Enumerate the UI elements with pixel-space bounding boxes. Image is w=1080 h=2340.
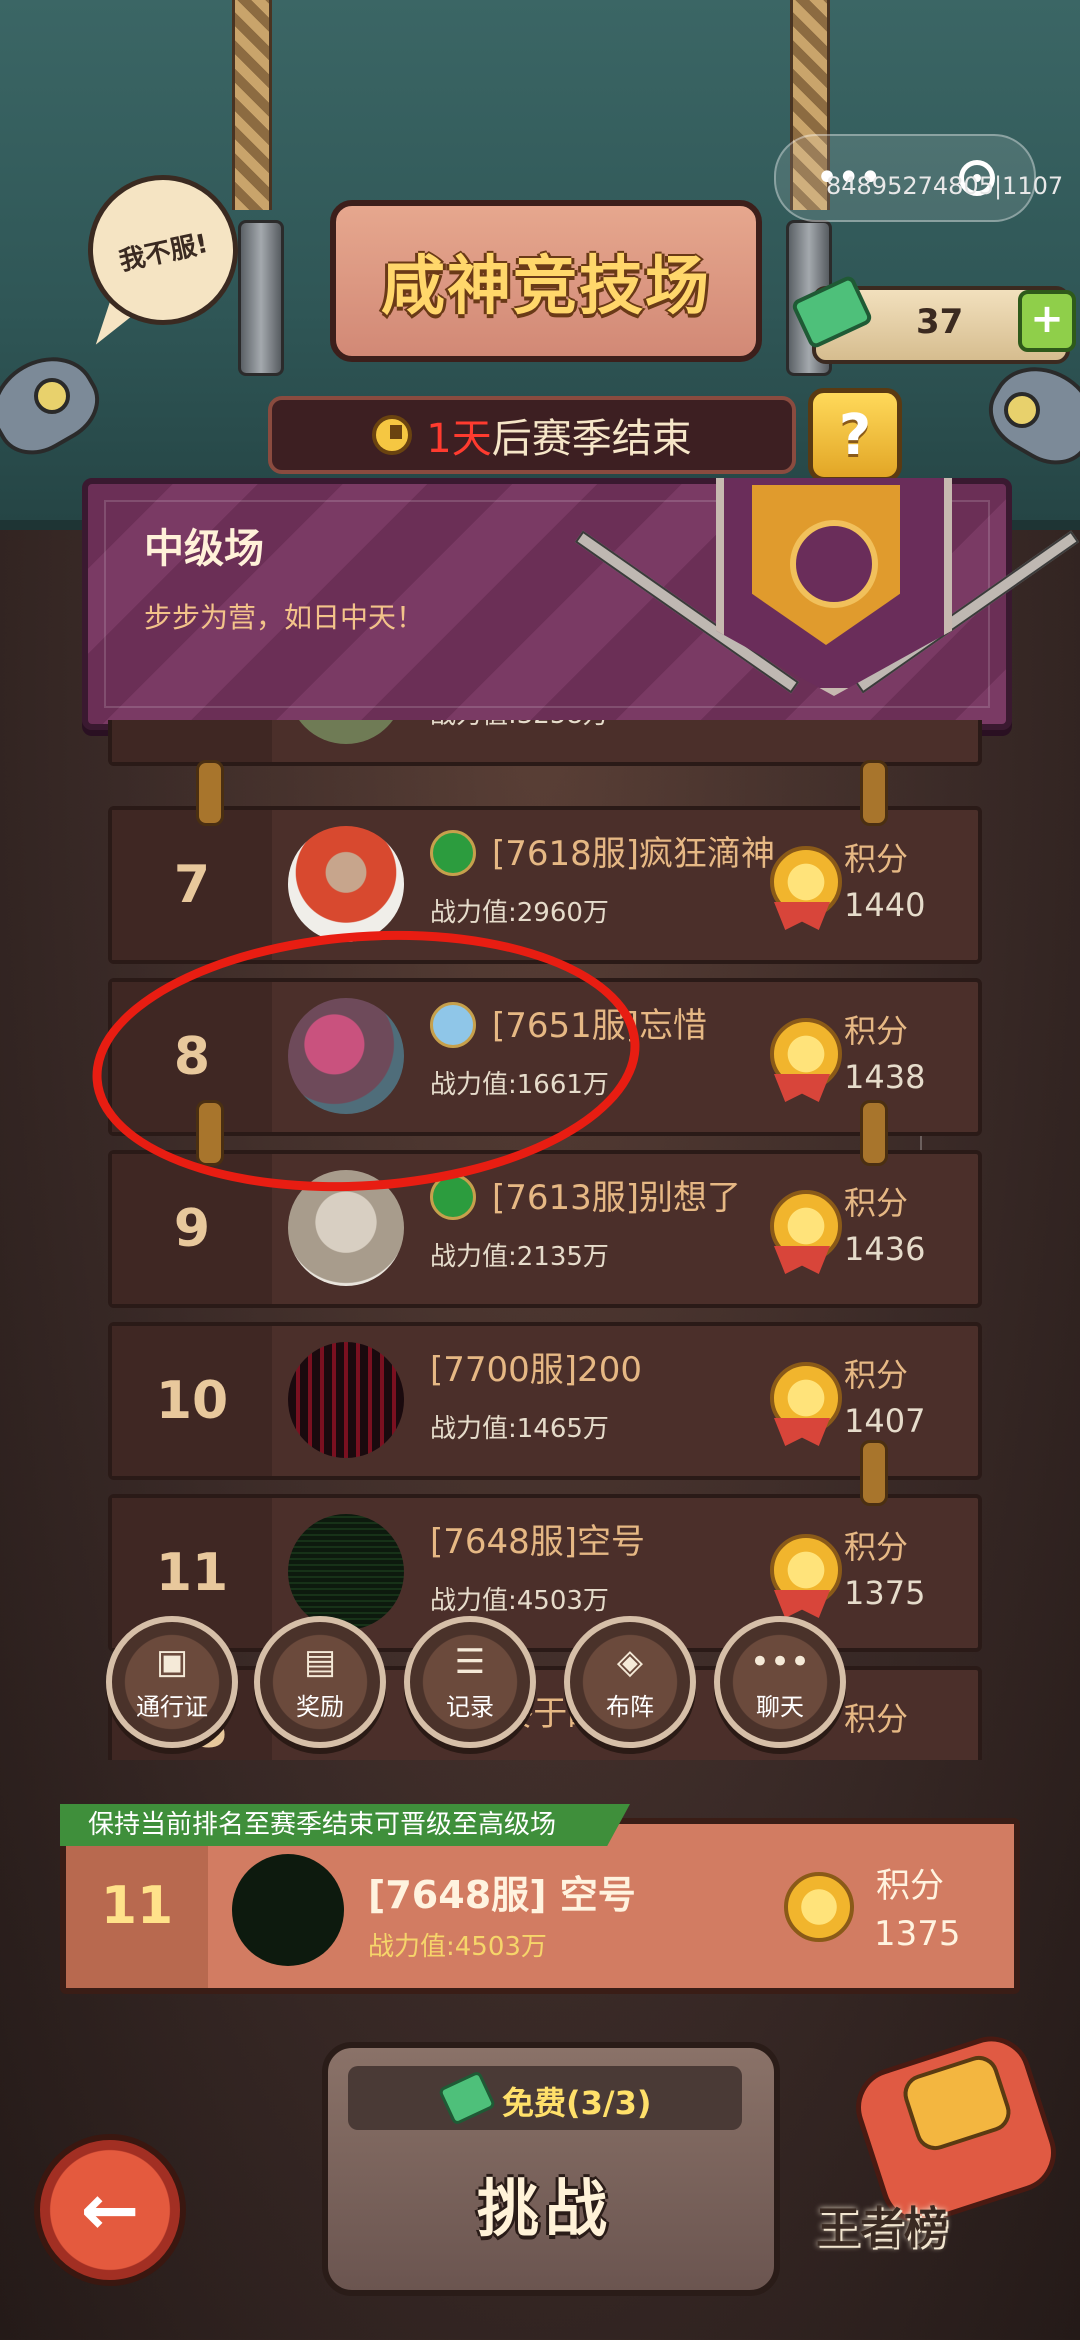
my-score: 1375 [874,1914,961,1954]
free-attempts-label: 免费(3/3) [502,2084,652,2122]
avatar [288,826,404,942]
medal-ribbon [774,902,830,930]
list-icon: ☰ [454,1641,486,1682]
list-peg [860,760,888,826]
season-timer: 1天后赛季结束 [268,396,796,474]
pass-button[interactable]: ▣ 通行证 [106,1616,238,1748]
ticket-icon [437,2070,497,2126]
player-power: 战力值:3258万 [430,720,609,731]
medal-ribbon [774,1590,830,1618]
tier-subtitle: 步步为营，如日中天！ [144,601,425,634]
king-ranking-label: 王者榜 [816,2203,948,2254]
list-item[interactable]: 11 [7648服]空号 战力值:4503万 积分 1375 [108,1494,982,1652]
score-label: 积分 [844,1356,909,1394]
my-power: 战力值:4503万 [368,1932,547,1962]
player-uid: 84895274805|1107 [826,172,1064,200]
list-peg [860,1100,888,1166]
player-name: [7613服]别想了 [492,1178,742,1218]
back-arrow-icon: ← [80,2169,140,2251]
player-name: [7648服]空号 [430,1522,646,1562]
formation-icon: ◈ [616,1641,644,1682]
medal-ribbon [774,1074,830,1102]
chest-icon: ▤ [303,1641,337,1682]
player-power: 战力值:1465万 [430,1414,609,1444]
score-label: 积分 [844,1184,909,1222]
rank-number: 7 [173,855,211,915]
pass-icon: ▣ [155,1641,189,1682]
list-item[interactable]: 战力值:3258万 [108,720,982,766]
score-label: 积分 [844,1012,909,1050]
free-attempts: 免费(3/3) [348,2066,742,2130]
rank-column [112,720,272,762]
player-power: 战力值:4503万 [430,1586,609,1616]
player-name: [7700服]200 [430,1350,642,1390]
brazil-flag-icon [430,830,476,876]
help-button[interactable]: ? [808,388,902,482]
my-avatar [232,1854,344,1966]
avatar [288,720,404,744]
title-scroll: 咸神竞技场 [330,200,762,362]
avatar [288,1514,404,1630]
score-value: 1438 [844,1058,926,1096]
ranking-list[interactable]: 战力值:3258万 7 [7618服]疯狂滴神 战力值:2960万 积分 144… [108,720,982,1760]
list-item[interactable]: 15 服]终于的日 积分 [108,1666,982,1760]
score-value: 1407 [844,1402,926,1440]
promotion-hint: 保持当前排名至赛季结束可晋级至高级场 [60,1804,630,1846]
formation-button[interactable]: ◈ 布阵 [564,1616,696,1748]
my-rank-number: 11 [100,1876,174,1936]
back-arrow-button[interactable]: ← [34,2134,186,2286]
record-label: 记录 [446,1692,494,1721]
player-name: [7618服]疯狂滴神 [492,834,776,874]
rope-left [232,0,272,210]
score-label: 积分 [844,1700,909,1738]
score-value: 1375 [844,1574,926,1612]
medal-icon [784,1872,854,1942]
speech-bubble-text: 我不服! [116,228,211,277]
fish-eye-right [1004,392,1040,428]
score-label: 积分 [844,1528,909,1566]
list-item[interactable]: 7 [7618服]疯狂滴神 战力值:2960万 积分 1440 [108,806,982,964]
add-ticket-button[interactable]: + [1018,290,1076,352]
list-item[interactable]: 10 [7700服]200 战力值:1465万 积分 1407 [108,1322,982,1480]
chat-label: 聊天 [756,1692,804,1721]
king-ranking-button[interactable]: 王者榜 [816,2026,1067,2270]
season-text: 后赛季结束 [491,416,692,462]
reward-button[interactable]: ▤ 奖励 [254,1616,386,1748]
reward-label: 奖励 [296,1692,344,1721]
helmet-icon [790,520,878,608]
page-title: 咸神竞技场 [381,250,711,324]
avatar [288,1342,404,1458]
list-peg [860,1440,888,1506]
player-power: 战力值:2135万 [430,1242,609,1272]
clock-icon [372,415,413,455]
pass-label: 通行证 [136,1692,208,1721]
score-value: 1436 [844,1230,926,1268]
record-button[interactable]: ☰ 记录 [404,1616,536,1748]
tier-title: 中级场 [144,526,264,572]
rank-number: 10 [155,1371,229,1431]
list-peg [196,760,224,826]
formation-label: 布阵 [606,1692,654,1721]
medal-ribbon [774,1418,830,1446]
score-value: 1440 [844,886,926,924]
season-days: 1天 [426,416,492,462]
challenge-label: 挑战 [476,2172,613,2245]
my-name: [7648服] 空号 [368,1873,636,1917]
fish-eye-left [34,378,70,414]
chat-button[interactable]: ••• 聊天 [714,1616,846,1748]
medal-ribbon [774,1246,830,1274]
player-power: 战力值:2960万 [430,898,609,928]
challenge-button[interactable]: 免费(3/3) 挑战 [322,2042,780,2296]
my-score-label: 积分 [876,1866,944,1906]
pole-left [238,220,284,376]
chat-icon: ••• [749,1641,811,1682]
ticket-count: 37 [916,302,964,342]
score-label: 积分 [844,840,909,878]
